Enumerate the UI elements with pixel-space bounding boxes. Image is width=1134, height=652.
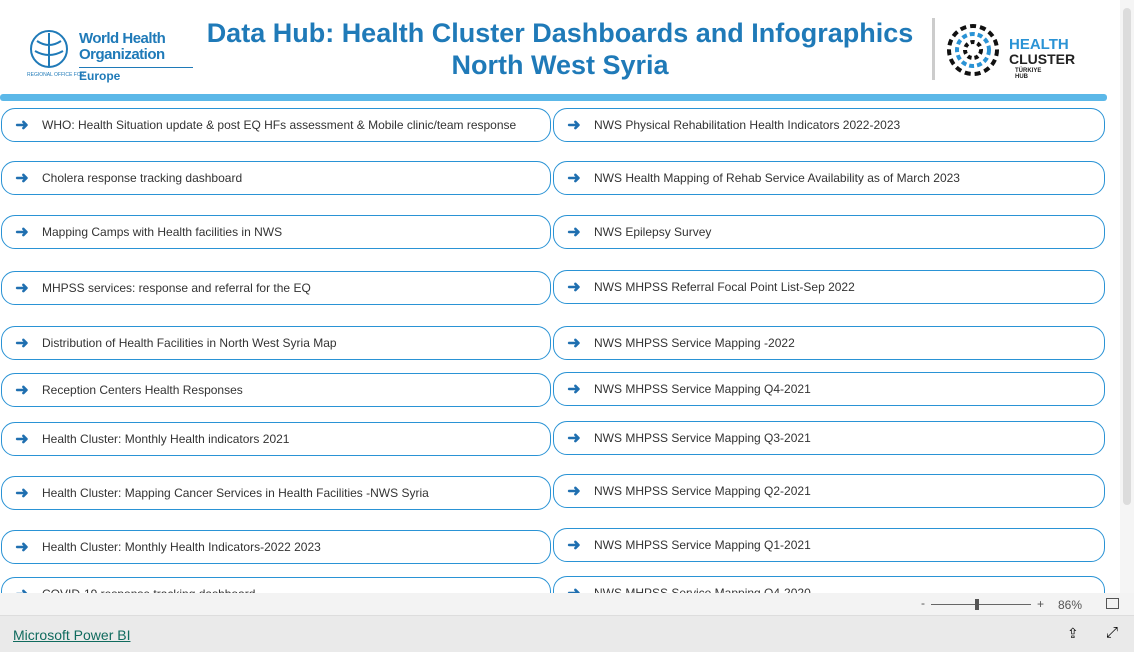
who-regional: REGIONAL OFFICE FOR xyxy=(27,72,85,78)
link-label: WHO: Health Situation update & post EQ H… xyxy=(42,118,517,132)
arrow-right-icon: ➜ xyxy=(567,224,581,241)
arrow-right-icon: ➜ xyxy=(15,280,29,297)
dashboard-link-button[interactable]: ➜NWS MHPSS Service Mapping Q4-2020 xyxy=(553,576,1105,593)
arrow-right-icon: ➜ xyxy=(15,117,29,134)
arrow-right-icon: ➜ xyxy=(2,584,42,593)
dashboard-link-button[interactable]: ➜ Distribution of Health Facilities in No… xyxy=(1,326,551,360)
dashboard-link-button[interactable]: ➜ NWS MHPSS Service Mapping -2022 xyxy=(553,326,1105,360)
arrow-right-icon: ➜ xyxy=(15,335,29,352)
arrow-right-icon: ➜ xyxy=(567,117,581,134)
arrow-right-icon: ➜ xyxy=(567,483,581,500)
link-label: NWS Epilepsy Survey xyxy=(594,225,712,239)
fit-to-page-icon[interactable] xyxy=(1106,598,1119,609)
dashboard-link-button[interactable]: ➜ NWS Epilepsy Survey xyxy=(553,215,1105,249)
link-label: Health Cluster: Mapping Cancer Services … xyxy=(42,486,429,500)
dashboard-link-button[interactable]: ➜ NWS MHPSS Service Mapping Q3-2021 xyxy=(553,421,1105,455)
link-label: Mapping Camps with Health facilities in … xyxy=(42,225,283,239)
arrow-right-icon: ➜ xyxy=(567,279,581,296)
arrow-right-icon: ➜ xyxy=(15,170,29,187)
dashboard-link-button[interactable]: ➜ NWS MHPSS Referral Focal Point List-Sep… xyxy=(553,270,1105,304)
footer: Microsoft Power BI ⇪ ⤢ xyxy=(0,616,1134,652)
dashboard-link-button[interactable]: ➜ Health Cluster: Monthly Health indicato… xyxy=(1,422,551,456)
arrow-right-icon: ➜ xyxy=(567,335,581,352)
header-accent-bar xyxy=(0,94,1107,101)
zoom-bar: - + 86% xyxy=(0,593,1134,616)
arrow-right-icon: ➜ xyxy=(567,170,581,187)
who-europe-logo: World Health Organization REGIONAL OFFICE… xyxy=(27,25,193,85)
zoom-in-button[interactable]: + xyxy=(1037,597,1044,611)
divider xyxy=(932,18,935,80)
health-cluster-swirl-icon xyxy=(947,24,999,76)
link-label: NWS MHPSS Referral Focal Point List-Sep … xyxy=(594,280,855,294)
hc-line3: TÜRKIYE HUB xyxy=(1015,68,1042,80)
link-label: NWS MHPSS Service Mapping -2022 xyxy=(594,336,795,350)
arrow-right-icon: ➜ xyxy=(567,430,581,447)
dashboard-link-button[interactable]: ➜ Mapping Camps with Health facilities in… xyxy=(1,215,551,249)
dashboard-link-button[interactable]: ➜ NWS Health Mapping of Rehab Service Ava… xyxy=(553,161,1105,195)
dashboard-link-button[interactable]: ➜ MHPSS services: response and referral f… xyxy=(1,271,551,305)
link-label: Cholera response tracking dashboard xyxy=(42,171,243,185)
who-region: Europe xyxy=(79,69,121,83)
arrow-right-icon: ➜ xyxy=(15,382,29,399)
link-label: NWS MHPSS Service Mapping Q1-2021 xyxy=(594,538,811,552)
dashboard-link-button[interactable]: ➜ NWS Physical Rehabilitation Health Indi… xyxy=(553,108,1105,142)
zoom-level: 86% xyxy=(1058,598,1083,612)
link-label: NWS MHPSS Service Mapping Q3-2021 xyxy=(594,431,811,445)
health-cluster-logo: HEALTH CLUSTER TÜRKIYE HUB xyxy=(945,22,1075,83)
page-title: Data Hub: Health Cluster Dashboards and … xyxy=(206,18,914,48)
link-label: NWS Health Mapping of Rehab Service Avai… xyxy=(594,171,960,185)
dashboard-link-button[interactable]: ➜ NWS MHPSS Service Mapping Q2-2021 xyxy=(553,474,1105,508)
dashboard-link-button[interactable]: ➜ WHO: Health Situation update & post EQ … xyxy=(1,108,551,142)
arrow-right-icon: ➜ xyxy=(567,381,581,398)
hc-line2: CLUSTER xyxy=(1009,51,1076,67)
share-icon[interactable]: ⇪ xyxy=(1067,625,1079,642)
link-label: NWS MHPSS Service Mapping Q4-2020 xyxy=(594,586,811,593)
who-line1: World Health xyxy=(79,30,166,47)
dashboard-link-button[interactable]: ➜ NWS MHPSS Service Mapping Q1-2021 xyxy=(553,528,1105,562)
link-label: NWS Physical Rehabilitation Health Indic… xyxy=(594,118,901,132)
dashboard-link-button[interactable]: ➜COVID-19 response tracking dashboard xyxy=(1,577,551,593)
arrow-right-icon: ➜ xyxy=(554,583,594,593)
dashboard-link-button[interactable]: ➜ Reception Centers Health Responses xyxy=(1,373,551,407)
arrow-right-icon: ➜ xyxy=(15,539,29,556)
arrow-right-icon: ➜ xyxy=(15,485,29,502)
who-line2: Organization xyxy=(79,46,165,63)
link-label: Distribution of Health Facilities in Nor… xyxy=(42,336,337,350)
link-label: Health Cluster: Monthly Health indicator… xyxy=(42,432,290,446)
link-label: NWS MHPSS Service Mapping Q2-2021 xyxy=(594,484,811,498)
arrow-right-icon: ➜ xyxy=(567,537,581,554)
zoom-slider-handle[interactable] xyxy=(974,599,979,610)
dashboard-link-button[interactable]: ➜ Health Cluster: Mapping Cancer Services… xyxy=(1,476,551,510)
dashboard-link-button[interactable]: ➜ NWS MHPSS Service Mapping Q4-2021 xyxy=(553,372,1105,406)
fullscreen-icon[interactable]: ⤢ xyxy=(1106,624,1118,641)
dashboard-link-button[interactable]: ➜ Cholera response tracking dashboard xyxy=(1,161,551,195)
zoom-out-button[interactable]: - xyxy=(921,596,925,610)
scrollbar-thumb[interactable] xyxy=(1123,8,1131,505)
report-canvas: World Health Organization REGIONAL OFFICE… xyxy=(0,0,1120,593)
arrow-right-icon: ➜ xyxy=(15,224,29,241)
zoom-slider[interactable] xyxy=(931,604,1031,605)
who-emblem-icon xyxy=(30,30,68,68)
arrow-right-icon: ➜ xyxy=(15,431,29,448)
link-label: Reception Centers Health Responses xyxy=(42,383,243,397)
link-label: Health Cluster: Monthly Health Indicator… xyxy=(42,540,321,554)
page-subtitle: North West Syria xyxy=(451,50,669,80)
link-label: MHPSS services: response and referral fo… xyxy=(42,281,311,295)
link-label: NWS MHPSS Service Mapping Q4-2021 xyxy=(594,382,811,396)
dashboard-link-button[interactable]: ➜ Health Cluster: Monthly Health Indicato… xyxy=(1,530,551,564)
power-bi-link[interactable]: Microsoft Power BI xyxy=(13,627,130,643)
